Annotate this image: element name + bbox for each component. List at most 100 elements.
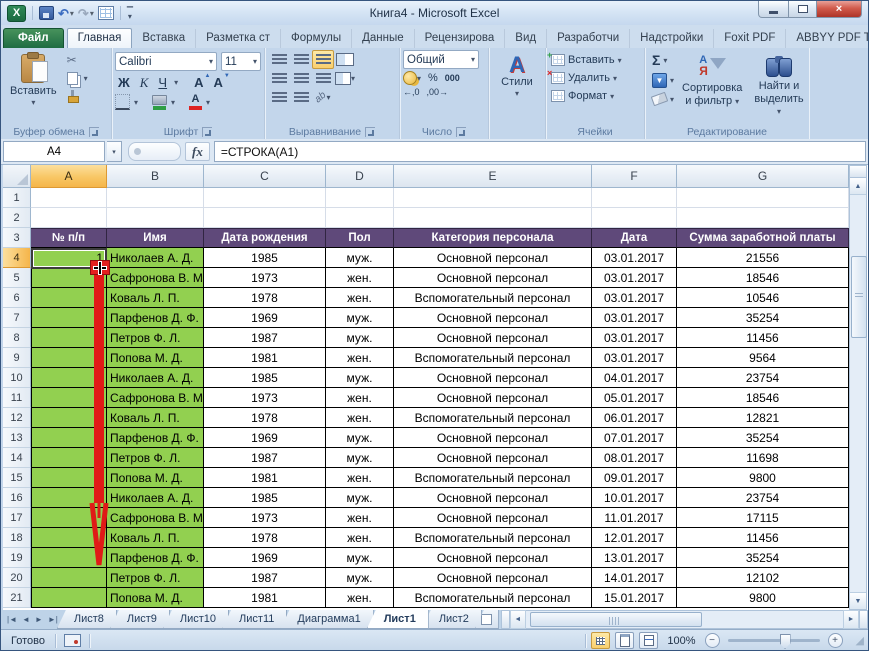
row-header-20[interactable]: 20: [3, 568, 31, 588]
dialog-launcher-icon[interactable]: [202, 126, 213, 137]
cell-B16[interactable]: Николаев А. Д.: [107, 488, 204, 508]
orientation-button[interactable]: ab ▾: [312, 88, 334, 107]
cell-E18[interactable]: Вспомогательный персонал: [394, 528, 592, 548]
cell-D12[interactable]: жен.: [326, 408, 394, 428]
row-header-2[interactable]: 2: [3, 208, 31, 228]
restore-button[interactable]: [789, 1, 817, 18]
format-cells-button[interactable]: Формат ▾: [549, 89, 624, 103]
cell-C16[interactable]: 1985: [204, 488, 326, 508]
row-header-13[interactable]: 13: [3, 428, 31, 448]
formula-input[interactable]: =СТРОКА(A1): [213, 141, 866, 162]
cell-F5[interactable]: 03.01.2017: [592, 268, 677, 288]
paste-button[interactable]: Вставить ▾: [4, 50, 63, 111]
cell-G16[interactable]: 23754: [677, 488, 849, 508]
currency-button[interactable]: ▾: [403, 71, 421, 85]
cell-E12[interactable]: Вспомогательный персонал: [394, 408, 592, 428]
thousands-button[interactable]: 000: [445, 73, 460, 83]
shrink-font-button[interactable]: А: [213, 73, 230, 90]
cell-D15[interactable]: жен.: [326, 468, 394, 488]
cell-D21[interactable]: жен.: [326, 588, 394, 608]
cell-C4[interactable]: 1985: [204, 248, 326, 268]
row-header-17[interactable]: 17: [3, 508, 31, 528]
percent-button[interactable]: %: [428, 72, 438, 84]
row-header-14[interactable]: 14: [3, 448, 31, 468]
cell-D17[interactable]: жен.: [326, 508, 394, 528]
cell-F9[interactable]: 03.01.2017: [592, 348, 677, 368]
font-size-combo[interactable]: 11 ▾: [221, 52, 261, 71]
cell-D7[interactable]: муж.: [326, 308, 394, 328]
cell-G14[interactable]: 11698: [677, 448, 849, 468]
cell-G8[interactable]: 11456: [677, 328, 849, 348]
cell-E4[interactable]: Основной персонал: [394, 248, 592, 268]
cell-C3[interactable]: Дата рождения: [204, 228, 326, 248]
sheet-tab-Диаграмма1[interactable]: Диаграмма1: [280, 610, 374, 629]
sheet-tab-Лист2[interactable]: Лист2: [421, 610, 482, 629]
cell-B12[interactable]: Коваль Л. П.: [107, 408, 204, 428]
cell-A3[interactable]: № п/п: [31, 228, 107, 248]
number-format-combo[interactable]: Общий ▾: [403, 50, 479, 69]
cell-B5[interactable]: Сафронова В. М.: [107, 268, 204, 288]
zoom-slider[interactable]: [727, 634, 820, 649]
cell-D19[interactable]: муж.: [326, 548, 394, 568]
cell-A4[interactable]: 1: [31, 248, 107, 268]
cell-G4[interactable]: 21556: [677, 248, 849, 268]
cell-D2[interactable]: [326, 208, 394, 228]
row-header-11[interactable]: 11: [3, 388, 31, 408]
cell-C13[interactable]: 1969: [204, 428, 326, 448]
cell-F3[interactable]: Дата: [592, 228, 677, 248]
cell-G13[interactable]: 35254: [677, 428, 849, 448]
cell-G21[interactable]: 9800: [677, 588, 849, 608]
cell-B1[interactable]: [107, 188, 204, 208]
cell-A19[interactable]: [31, 548, 107, 568]
cell-C15[interactable]: 1981: [204, 468, 326, 488]
cell-D1[interactable]: [326, 188, 394, 208]
zoom-in-button[interactable]: +: [827, 633, 843, 648]
tab-Надстройки[interactable]: Надстройки: [630, 29, 715, 48]
clear-button[interactable]: ▾: [650, 91, 676, 107]
fill-color-button[interactable]: [152, 94, 168, 110]
cell-D16[interactable]: муж.: [326, 488, 394, 508]
dialog-launcher-icon[interactable]: [88, 126, 99, 137]
customize-qat-button[interactable]: ▔ ▾: [127, 7, 133, 19]
cell-B4[interactable]: Николаев А. Д.: [107, 248, 204, 268]
prev-sheet-button[interactable]: ◄: [20, 614, 32, 625]
cell-F14[interactable]: 08.01.2017: [592, 448, 677, 468]
cell-C20[interactable]: 1987: [204, 568, 326, 588]
cell-C10[interactable]: 1985: [204, 368, 326, 388]
copy-button[interactable]: ▾: [65, 71, 90, 86]
cell-D11[interactable]: жен.: [326, 388, 394, 408]
increase-indent-button[interactable]: [290, 88, 312, 107]
cell-G7[interactable]: 35254: [677, 308, 849, 328]
tab-Foxit PDF[interactable]: Foxit PDF: [714, 29, 787, 48]
column-header-C[interactable]: C: [204, 165, 326, 188]
cell-C9[interactable]: 1981: [204, 348, 326, 368]
cell-A2[interactable]: [31, 208, 107, 228]
cell-F7[interactable]: 03.01.2017: [592, 308, 677, 328]
cell-B10[interactable]: Николаев А. Д.: [107, 368, 204, 388]
tab-Главная[interactable]: Главная: [66, 28, 133, 48]
cell-B14[interactable]: Петров Ф. Л.: [107, 448, 204, 468]
tab-Разметка ст[interactable]: Разметка ст: [196, 29, 282, 48]
row-header-21[interactable]: 21: [3, 588, 31, 608]
tab-split-handle[interactable]: [500, 610, 510, 629]
cell-A9[interactable]: [31, 348, 107, 368]
cell-G1[interactable]: [677, 188, 849, 208]
cell-A18[interactable]: [31, 528, 107, 548]
wrap-text-button[interactable]: [334, 50, 356, 69]
autosum-button[interactable]: Σ ▾: [650, 52, 676, 68]
redo-button[interactable]: ↷ ▾: [78, 7, 94, 20]
cell-D5[interactable]: жен.: [326, 268, 394, 288]
row-header-7[interactable]: 7: [3, 308, 31, 328]
cell-A11[interactable]: [31, 388, 107, 408]
format-painter-button[interactable]: [65, 89, 90, 103]
cell-F6[interactable]: 03.01.2017: [592, 288, 677, 308]
decrease-decimal-button[interactable]: ,00→: [427, 87, 449, 97]
cell-A14[interactable]: [31, 448, 107, 468]
column-header-G[interactable]: G: [677, 165, 849, 188]
cell-C7[interactable]: 1969: [204, 308, 326, 328]
cell-A8[interactable]: [31, 328, 107, 348]
cell-C17[interactable]: 1973: [204, 508, 326, 528]
zoom-out-button[interactable]: −: [704, 633, 720, 648]
cell-D3[interactable]: Пол: [326, 228, 394, 248]
cell-F17[interactable]: 11.01.2017: [592, 508, 677, 528]
